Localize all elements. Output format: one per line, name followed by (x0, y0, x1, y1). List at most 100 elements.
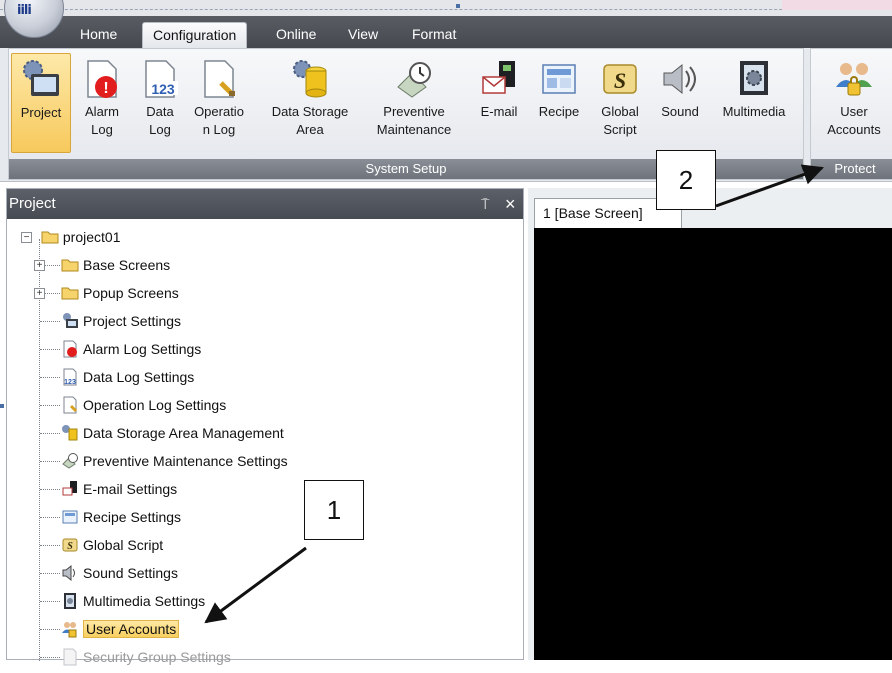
tree-item-label: Popup Screens (83, 285, 179, 301)
tree-connector (40, 629, 60, 630)
ribbon: Project ! Alarm Log 123 Data Log Operati… (0, 48, 892, 182)
protect-group-label: Protect (811, 159, 892, 179)
tree-item[interactable]: Operation Log Settings (40, 393, 226, 417)
folder-open-icon (41, 228, 59, 246)
tree-item[interactable]: Data Storage Area Management (40, 421, 284, 445)
sound-button[interactable]: Sound (653, 53, 707, 153)
operation-log-icon (61, 396, 79, 414)
alarm-log-label-line1: Alarm (85, 104, 119, 119)
operation-log-icon (197, 57, 241, 101)
email-icon (477, 57, 521, 101)
tree-item[interactable]: + Popup Screens (34, 281, 179, 305)
svg-text:S: S (614, 68, 626, 93)
tab-format[interactable]: Format (402, 22, 466, 48)
project-button-label: Project (20, 105, 62, 120)
folder-icon (61, 284, 79, 302)
recipe-icon (537, 57, 581, 101)
svg-text:123: 123 (64, 379, 76, 386)
tree-connector (40, 489, 60, 490)
recipe-button[interactable]: Recipe (531, 53, 587, 153)
operation-log-button[interactable]: Operatio n Log (191, 53, 247, 153)
data-storage-label-line1: Data Storage (271, 104, 349, 119)
tree-item[interactable]: Preventive Maintenance Settings (40, 449, 288, 473)
tree-item[interactable]: + Base Screens (34, 253, 171, 277)
tab-view[interactable]: View (338, 22, 388, 48)
preventive-maintenance-label-line1: Preventive (383, 104, 445, 119)
tree-item[interactable]: Recipe Settings (40, 505, 182, 529)
tree-connector (40, 405, 60, 406)
user-accounts-button[interactable]: User Accounts (813, 53, 892, 153)
tree-connector (40, 601, 60, 602)
security-group-icon (61, 648, 79, 666)
tree-item-label: Data Log Settings (83, 369, 195, 385)
project-icon (19, 58, 63, 102)
tree-item[interactable]: Multimedia Settings (40, 589, 205, 613)
ribbon-group-protect: User Accounts Protect (810, 48, 892, 180)
callout-1: 1 (304, 480, 364, 540)
user-accounts-icon (61, 620, 79, 638)
title-bar (0, 0, 892, 16)
tree-connector (40, 545, 60, 546)
tree-connector (40, 377, 60, 378)
callout-2: 2 (656, 150, 716, 210)
user-accounts-label-line2: Accounts (827, 122, 881, 137)
user-accounts-label-line1: User (840, 104, 868, 119)
tab-online[interactable]: Online (266, 22, 326, 48)
global-script-label-line1: Global (601, 104, 639, 119)
tree-item[interactable]: 123 Data Log Settings (40, 365, 195, 389)
email-button[interactable]: E-mail (471, 53, 527, 153)
tree-item[interactable]: E-mail Settings (40, 477, 177, 501)
tree-item-label: Sound Settings (83, 565, 178, 581)
data-log-button[interactable]: 123 Data Log (133, 53, 187, 153)
tree-item-label: Global Script (83, 537, 164, 553)
project-button[interactable]: Project (11, 53, 71, 153)
doc-tab-label: 1 [Base Screen] (543, 205, 643, 221)
tree-item[interactable]: User Accounts (40, 617, 180, 641)
global-script-label-line2: Script (603, 122, 637, 137)
tree-connector (40, 461, 60, 462)
tree-item[interactable]: Sound Settings (40, 561, 178, 585)
expand-icon[interactable]: + (34, 288, 45, 299)
email-label: E-mail (480, 104, 518, 119)
global-script-button[interactable]: S Global Script (593, 53, 647, 153)
tab-home[interactable]: Home (70, 22, 127, 48)
preventive-maintenance-icon (61, 452, 79, 470)
tree-item[interactable]: S Global Script (40, 533, 164, 557)
screen-canvas[interactable] (534, 228, 892, 660)
operation-log-label-line1: Operatio (194, 104, 244, 119)
tab-configuration[interactable]: Configuration (142, 22, 248, 48)
multimedia-icon (61, 592, 79, 610)
project-tree: − project01 + Base Screens + Popup Screens P… (7, 225, 523, 666)
collapse-icon[interactable]: − (21, 232, 32, 243)
tree-item[interactable]: Alarm Log Settings (40, 337, 201, 361)
data-log-icon: 123 (61, 368, 79, 386)
alarm-log-icon (61, 340, 79, 358)
project-panel-title: Project (9, 195, 56, 212)
tree-item[interactable]: Security Group Settings (40, 645, 231, 669)
tree-root-label: project01 (62, 229, 121, 245)
tree-connector (40, 321, 60, 322)
multimedia-button[interactable]: Multimedia (711, 53, 797, 153)
tree-connector (39, 239, 40, 661)
close-icon[interactable]: × (505, 189, 516, 219)
project-panel-header: Project ⍑ × (7, 189, 523, 219)
data-storage-area-button[interactable]: Data Storage Area (261, 53, 359, 153)
preventive-maintenance-label-line2: Maintenance (376, 122, 452, 137)
user-accounts-icon (832, 57, 876, 101)
pin-icon[interactable]: ⍑ (481, 189, 489, 219)
preventive-maintenance-button[interactable]: Preventive Maintenance (365, 53, 463, 153)
project-icon (61, 312, 79, 330)
tree-item-label: Base Screens (83, 257, 171, 273)
alarm-log-label-line2: Log (91, 122, 113, 137)
data-log-label-line2: Log (149, 122, 171, 137)
tree-connector (40, 349, 60, 350)
tree-root[interactable]: − project01 (21, 225, 120, 249)
tree-item[interactable]: Project Settings (40, 309, 181, 333)
title-bar-highlight (782, 0, 892, 10)
sound-icon (658, 57, 702, 101)
tree-connector (40, 573, 60, 574)
expand-icon[interactable]: + (34, 260, 45, 271)
tree-connector (40, 657, 60, 658)
alarm-log-button[interactable]: ! Alarm Log (75, 53, 129, 153)
tree-item-label: Recipe Settings (83, 509, 182, 525)
